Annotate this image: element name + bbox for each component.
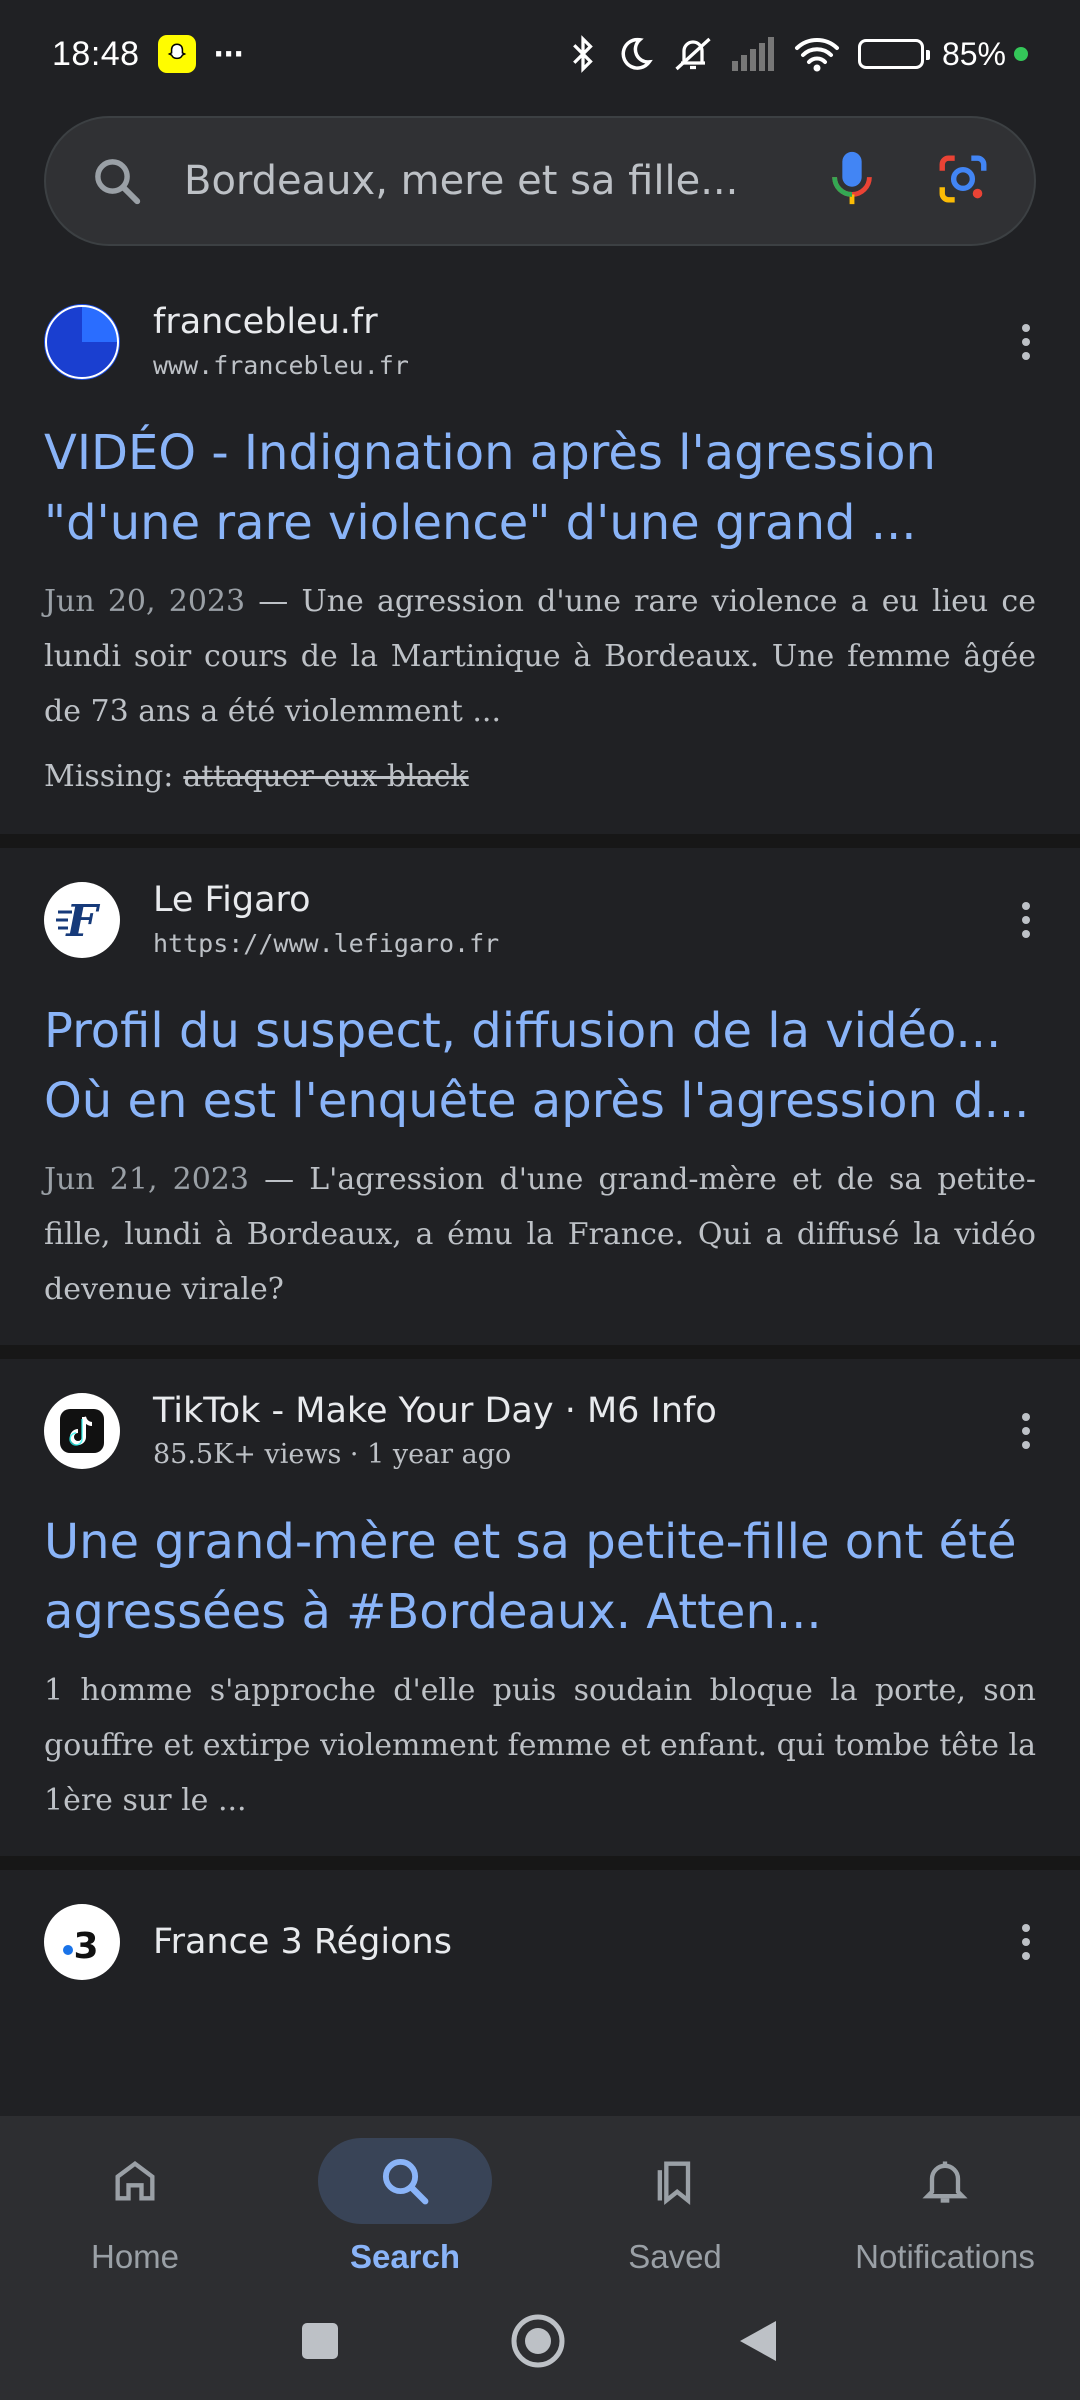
battery-icon [857,39,930,69]
svg-text:F: F [64,896,100,947]
result-source-header[interactable]: TikTok - Make Your Day · M6 Info 85.5K+ … [44,1373,1036,1489]
snapchat-icon [157,35,196,73]
svg-text:3: 3 [73,1926,98,1967]
bluetooth-icon [573,35,593,73]
search-input[interactable] [184,158,744,204]
result-card: 3 France 3 Régions [0,1870,1080,2000]
vibrate-off-icon [675,37,711,71]
result-card: F Le Figaro https://www.lefigaro.fr Prof… [0,848,1080,1359]
result-video-meta: 85.5K+ views · 1 year ago [153,1439,512,1470]
result-title-link[interactable]: Une grand-mère et sa petite-fille ont ét… [44,1507,1036,1647]
wifi-icon [794,38,839,72]
result-source-name: France 3 Régions [153,1922,452,1962]
result-source-header[interactable]: 3 France 3 Régions [44,1884,1036,2000]
google-lens-icon[interactable] [936,152,990,210]
result-source-name: TikTok - Make Your Day · M6 Info [153,1391,717,1431]
status-time: 18:48 [52,34,140,73]
result-snippet: 1 homme s'approche d'elle puis soudain b… [44,1673,1036,1818]
nav-notifications-label: Notifications [855,2238,1035,2275]
nav-home[interactable]: Home [0,2126,270,2296]
signal-icon [731,37,774,71]
nav-saved[interactable]: Saved [540,2126,810,2296]
francebleu-favicon [44,304,120,380]
result-date: Jun 20, 2023 [44,584,246,619]
recents-square-icon[interactable] [300,2321,340,2361]
nav-home-label: Home [90,2238,180,2275]
search-results: francebleu.fr www.francebleu.fr VIDÉO - … [0,270,1080,2000]
saved-bookmarks-icon [588,2138,762,2224]
voice-search-mic-icon[interactable] [830,150,874,212]
search-icon [95,159,141,205]
result-date: Jun 21, 2023 [44,1162,249,1197]
nav-notifications[interactable]: Notifications [810,2126,1080,2296]
missing-terms-list: attaquer eux black [183,759,469,794]
do-not-disturb-moon-icon [621,37,653,70]
status-bar: 18:48 ··· 85% [0,0,1080,108]
result-card: francebleu.fr www.francebleu.fr VIDÉO - … [0,270,1080,848]
notifications-bell-icon [858,2138,1032,2224]
nav-saved-label: Saved [628,2238,722,2275]
nav-search-label: Search [349,2238,461,2275]
result-title-link[interactable]: VIDÉO - Indignation après l'agression "d… [44,418,1036,558]
result-url: https://www.lefigaro.fr [153,929,500,958]
home-icon [48,2138,222,2224]
more-options-icon[interactable] [1016,1924,1036,1960]
missing-label: Missing: [44,759,174,794]
missing-terms: Missing: attaquer eux black [44,759,1036,834]
result-card: TikTok - Make Your Day · M6 Info 85.5K+ … [0,1359,1080,1870]
system-navigation-bar [0,2296,1080,2386]
le-figaro-favicon: F [44,882,120,958]
home-circle-icon[interactable] [510,2313,566,2369]
result-source-name: Le Figaro [153,880,311,920]
more-options-icon[interactable] [1016,1413,1036,1449]
search-bar[interactable] [44,116,1036,246]
search-nav-icon [318,2138,492,2224]
result-title-link[interactable]: Profil du suspect, diffusion de la vidéo… [44,996,1036,1136]
tiktok-favicon [44,1393,120,1469]
result-snippet: Jun 20, 2023 — Une agression d'une rare … [44,574,1036,757]
result-source-name: francebleu.fr [153,302,378,342]
privacy-indicator-dot [1014,47,1028,61]
bottom-navigation: Home Search Saved Notifications [0,2116,1080,2400]
result-url: www.francebleu.fr [153,351,409,380]
result-source-header[interactable]: francebleu.fr www.francebleu.fr [44,284,1036,400]
result-source-header[interactable]: F Le Figaro https://www.lefigaro.fr [44,862,1036,978]
nav-search[interactable]: Search [270,2126,540,2296]
more-notifications-icon: ··· [213,33,246,74]
more-options-icon[interactable] [1016,324,1036,360]
result-snippet: Jun 21, 2023 — L'agression d'une grand-m… [44,1152,1036,1345]
battery-percentage: 85% [941,35,1006,72]
more-options-icon[interactable] [1016,902,1036,938]
france3-favicon: 3 [44,1904,120,1980]
back-triangle-icon[interactable] [736,2317,780,2365]
